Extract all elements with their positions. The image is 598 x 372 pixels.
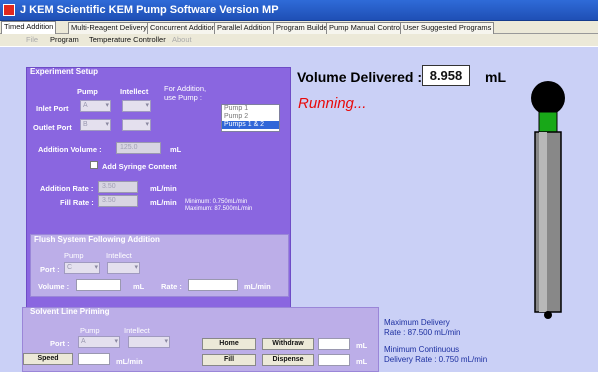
- pump-list[interactable]: Pump 1 Pump 2 Pumps 1 & 2: [221, 104, 280, 132]
- dispense-volume-field[interactable]: [318, 354, 350, 366]
- syringe-barrel-highlight: [539, 132, 547, 312]
- flush-rate-field[interactable]: [188, 279, 238, 291]
- fill-rate-field[interactable]: 3.50: [98, 195, 138, 207]
- add-syringe-content-checkbox[interactable]: [90, 161, 98, 169]
- addition-rate-label: Addition Rate :: [40, 184, 94, 193]
- syringe-graphic: [531, 81, 565, 313]
- tab-timed-addition[interactable]: Timed Addition: [1, 21, 57, 35]
- withdraw-volume-field[interactable]: [318, 338, 350, 350]
- title-bar: J KEM Scientific KEM Pump Software Versi…: [0, 0, 598, 21]
- outlet-intellect-select[interactable]: [122, 119, 151, 131]
- pump-option-2[interactable]: Pump 2: [222, 113, 279, 121]
- speed-unit: mL/min: [116, 357, 143, 366]
- addition-rate-field[interactable]: 3.50: [98, 181, 138, 193]
- outlet-port-label: Outlet Port: [33, 123, 72, 132]
- flush-volume-unit: mL: [133, 282, 145, 291]
- solvent-intellect-header: Intellect: [124, 326, 150, 335]
- addition-volume-label: Addition Volume :: [38, 145, 102, 154]
- syringe-plunger: [538, 111, 558, 133]
- dispense-volume-unit: mL: [356, 357, 368, 366]
- inlet-intellect-select[interactable]: [122, 100, 151, 112]
- flush-pump-header: Pump: [64, 251, 84, 260]
- max-delivery-line2: Rate : 87.500 mL/min: [384, 328, 461, 337]
- inlet-port-label: Inlet Port: [36, 104, 69, 113]
- syringe-tip-dot: [544, 311, 552, 319]
- flush-rate-unit: mL/min: [244, 282, 271, 291]
- min-delivery-line2: Delivery Rate : 0.750 mL/min: [384, 355, 488, 364]
- syringe-barrel: [534, 131, 562, 313]
- inlet-pump-select[interactable]: A: [80, 100, 111, 112]
- fill-rate-label: Fill Rate :: [60, 198, 94, 207]
- flush-rate-label: Rate :: [161, 282, 182, 291]
- flush-pump-select[interactable]: C: [64, 262, 100, 274]
- app-icon: [3, 4, 15, 16]
- pump-option-both[interactable]: Pumps 1 & 2: [222, 121, 279, 129]
- syringe-cap: [531, 81, 565, 115]
- speed-field[interactable]: [78, 353, 110, 365]
- flush-port-label: Port :: [40, 265, 60, 274]
- addition-volume-field[interactable]: 125.0: [116, 142, 161, 154]
- menu-bar: File Program Temperature Controller Abou…: [0, 34, 598, 46]
- running-status: Running...: [298, 95, 367, 112]
- add-syringe-content-label: Add Syringe Content: [102, 162, 177, 171]
- min-delivery-line1: Minimum Continuous: [384, 345, 460, 354]
- volume-delivered-value: 8.958: [422, 65, 470, 86]
- tab-pump-manual-control[interactable]: Pump Manual Control: [326, 22, 405, 34]
- flush-volume-label: Volume :: [38, 282, 70, 291]
- fill-button[interactable]: Fill: [202, 354, 256, 366]
- solvent-pump-select[interactable]: A: [78, 336, 120, 348]
- window-title: J KEM Scientific KEM Pump Software Versi…: [20, 4, 279, 16]
- solvent-pump-header: Pump: [80, 326, 100, 335]
- addition-volume-unit: mL: [170, 145, 182, 154]
- flush-intellect-select[interactable]: [107, 262, 140, 274]
- fill-rate-unit: mL/min: [150, 198, 177, 207]
- tab-multi-reagent-delivery[interactable]: Multi-Reagent Delivery: [68, 22, 150, 34]
- tab-concurrent-addition[interactable]: Concurrent Addition: [147, 22, 219, 34]
- for-addition-label: For Addition, use Pump :: [164, 84, 207, 102]
- maximum-rate-note: Maximum: 87.500mL/min: [185, 206, 253, 212]
- flush-intellect-header: Intellect: [106, 251, 132, 260]
- tab-program-builder[interactable]: Program Builder: [273, 22, 334, 34]
- dispense-button[interactable]: Dispense: [262, 354, 314, 366]
- solvent-title: Solvent Line Priming: [30, 307, 110, 316]
- minimum-rate-note: Minimum: 0.750mL/min: [185, 199, 248, 205]
- addition-rate-unit: mL/min: [150, 184, 177, 193]
- withdraw-volume-unit: mL: [356, 341, 368, 350]
- home-button[interactable]: Home: [202, 338, 256, 350]
- menu-temperature-controller[interactable]: Temperature Controller: [89, 35, 166, 44]
- menu-file[interactable]: File: [26, 35, 38, 44]
- volume-delivered-label: Volume Delivered :: [297, 69, 423, 85]
- flush-title: Flush System Following Addition: [34, 235, 160, 244]
- tab-parallel-addition[interactable]: Parallel Addition: [214, 22, 274, 34]
- volume-delivered-unit: mL: [485, 69, 506, 85]
- withdraw-button[interactable]: Withdraw: [262, 338, 314, 350]
- tab-bar: Timed Addition Multi-Reagent Delivery Co…: [0, 21, 598, 35]
- syringe-tip: [544, 311, 552, 319]
- outlet-pump-select[interactable]: B: [80, 119, 111, 131]
- experiment-setup-title: Experiment Setup: [30, 67, 99, 76]
- flush-volume-field[interactable]: [76, 279, 121, 291]
- speed-button[interactable]: Speed: [23, 353, 73, 365]
- pump-header: Pump: [77, 87, 98, 96]
- max-delivery-line1: Maximum Delivery: [384, 318, 450, 327]
- intellect-header: Intellect: [120, 87, 149, 96]
- menu-about[interactable]: About: [172, 35, 192, 44]
- pump-option-1[interactable]: Pump 1: [222, 105, 279, 113]
- solvent-intellect-select[interactable]: [128, 336, 170, 348]
- solvent-port-label: Port :: [50, 339, 70, 348]
- menu-program[interactable]: Program: [50, 35, 79, 44]
- tab-user-suggested-programs[interactable]: User Suggested Programs: [400, 22, 495, 34]
